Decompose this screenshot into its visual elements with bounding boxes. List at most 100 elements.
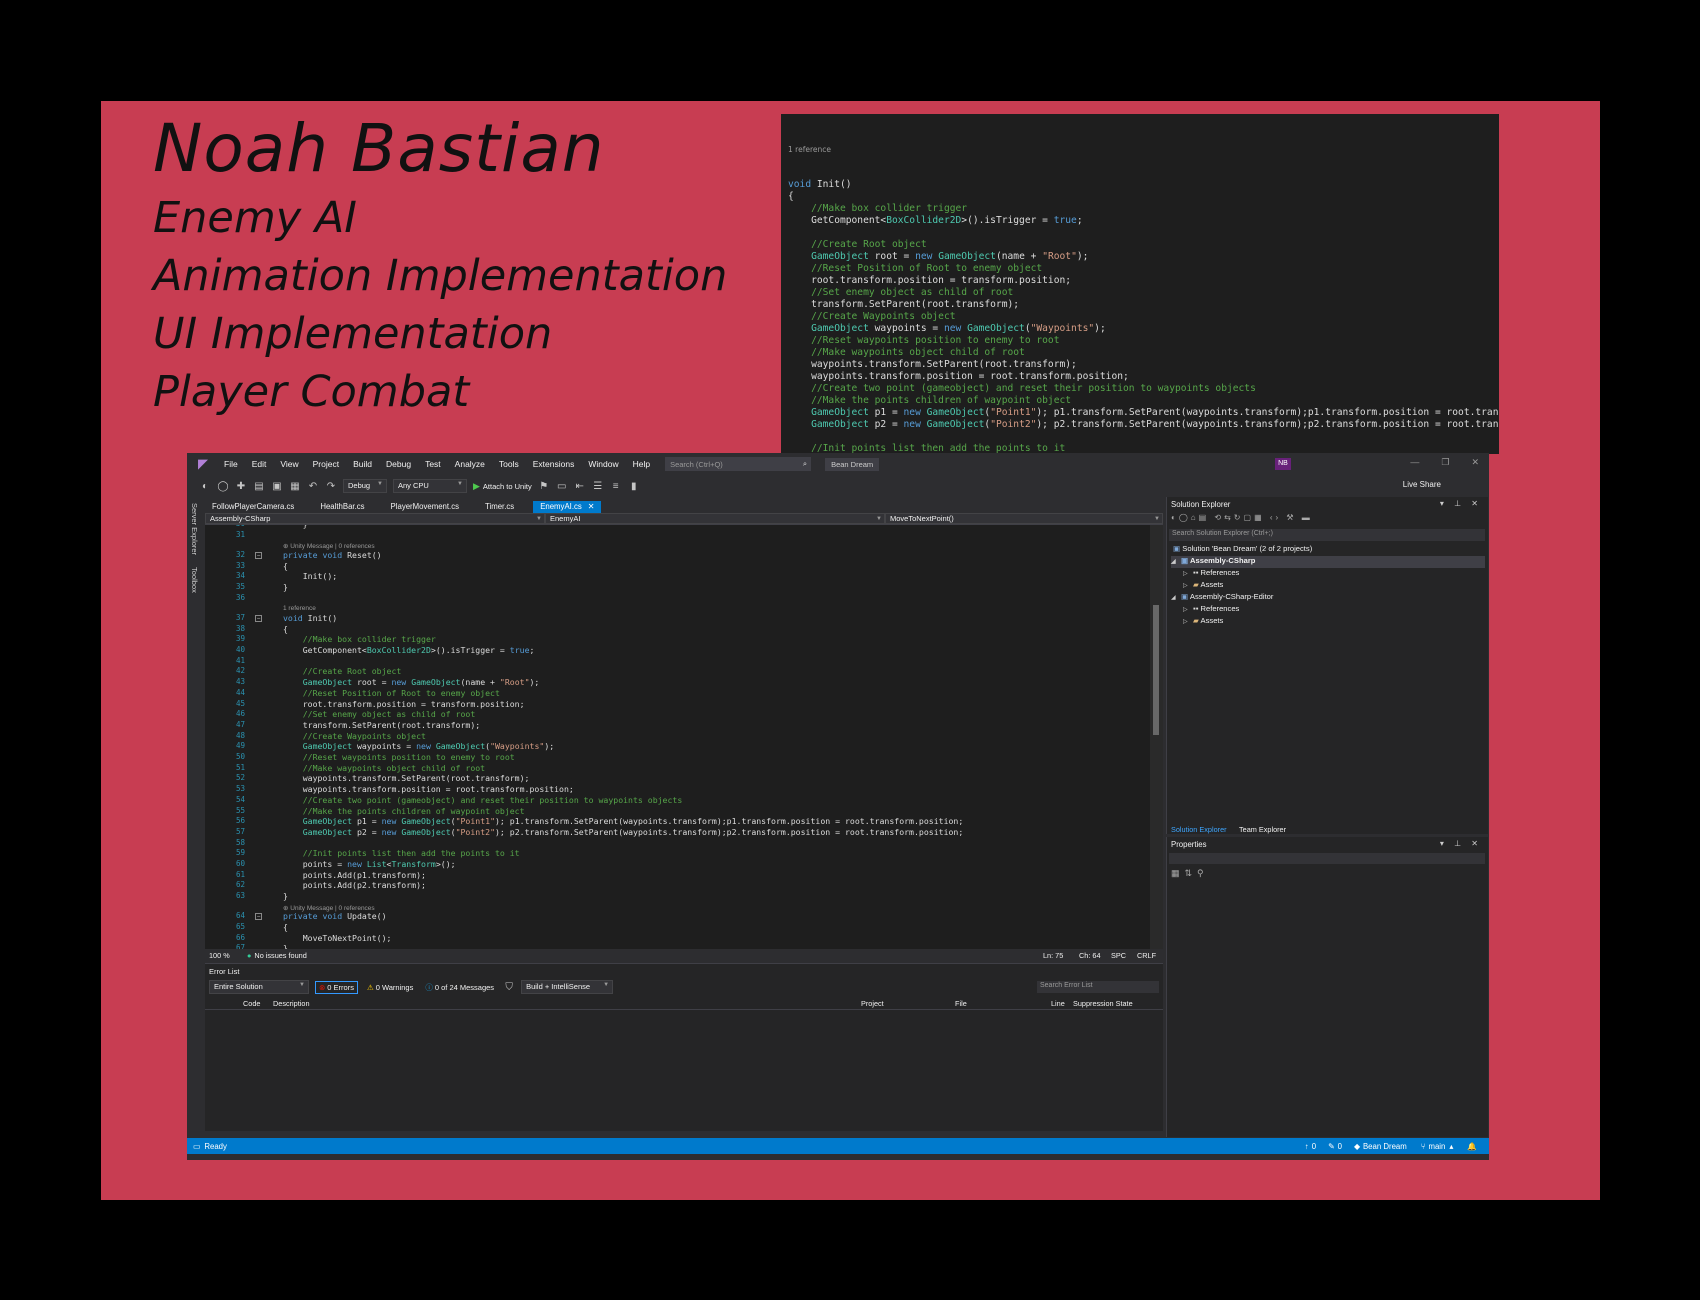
- menu-test[interactable]: Test: [418, 459, 448, 469]
- collapse-icon[interactable]: −: [255, 913, 262, 921]
- live-share-button[interactable]: Live Share: [1403, 480, 1441, 489]
- bookmark-icon[interactable]: ▮: [628, 481, 640, 492]
- platform-select[interactable]: Any CPU ▼: [393, 479, 467, 493]
- solution-node[interactable]: ▣ Solution 'Bean Dream' (2 of 2 projects…: [1173, 544, 1312, 556]
- search-input[interactable]: Search (Ctrl+Q) ⌕: [665, 457, 812, 471]
- menu-debug[interactable]: Debug: [379, 459, 418, 469]
- collapse-icon[interactable]: −: [255, 614, 262, 622]
- redo-icon[interactable]: ↷: [325, 481, 337, 492]
- save-icon[interactable]: ▣: [271, 481, 283, 492]
- references-node[interactable]: ▷ ▪▪ References: [1183, 568, 1239, 580]
- project-dropdown[interactable]: Assembly-CSharp ▼: [205, 513, 545, 524]
- menu-build[interactable]: Build: [346, 459, 379, 469]
- back-icon[interactable]: ◐: [199, 481, 211, 492]
- notifications-icon[interactable]: 🔔: [1467, 1142, 1477, 1151]
- zoom-level[interactable]: 100 %: [209, 951, 247, 960]
- tab-timer[interactable]: Timer.cs: [478, 501, 521, 513]
- minimize-icon[interactable]: —: [1410, 457, 1419, 468]
- pane-controls[interactable]: ▾ ⊥ ✕: [1440, 499, 1482, 508]
- comment-icon[interactable]: ≡: [610, 481, 622, 492]
- unpushed-count[interactable]: 0: [1312, 1142, 1316, 1151]
- menu-tools[interactable]: Tools: [492, 459, 526, 469]
- tab-followplayercamera[interactable]: FollowPlayerCamera.cs: [205, 501, 301, 513]
- tab-solution-explorer[interactable]: Solution Explorer: [1171, 825, 1227, 834]
- close-tab-icon[interactable]: ✕: [588, 502, 595, 511]
- error-list-search-input[interactable]: Search Error List: [1037, 981, 1159, 993]
- browser-icon[interactable]: ▭: [556, 481, 568, 492]
- scrollbar-thumb[interactable]: [1153, 605, 1159, 735]
- properties-toolbar[interactable]: ▦⇅⚲: [1171, 868, 1209, 879]
- errors-filter-button[interactable]: ⊗ 0 Errors: [315, 980, 358, 994]
- forward-icon[interactable]: ◯: [217, 481, 229, 492]
- new-item-icon[interactable]: ✚: [235, 481, 247, 492]
- code-token: Init(): [302, 612, 338, 623]
- code-editor[interactable]: 30 }31⊕ Unity Message | 0 references32pr…: [205, 525, 1150, 949]
- step-icon[interactable]: ⇤: [574, 481, 586, 492]
- editor-vertical-scrollbar[interactable]: [1150, 525, 1163, 949]
- undo-icon[interactable]: ↶: [307, 481, 319, 492]
- column-line[interactable]: Line: [1051, 999, 1065, 1008]
- menu-view[interactable]: View: [273, 459, 305, 469]
- csharp-project-icon: ▣: [1181, 556, 1191, 565]
- indent-icon[interactable]: ☰: [592, 481, 604, 492]
- assets-node[interactable]: ▷ ▰ Assets: [1183, 616, 1223, 628]
- menu-extensions[interactable]: Extensions: [526, 459, 582, 469]
- restore-icon[interactable]: ❐: [1441, 457, 1449, 468]
- messages-filter-button[interactable]: ⓘ 0 of 24 Messages: [422, 981, 497, 994]
- pane-controls[interactable]: ▾ ⊥ ✕: [1440, 839, 1482, 848]
- code-token: MoveToNextPoint();: [283, 932, 392, 943]
- changes-count[interactable]: 0: [1338, 1142, 1342, 1151]
- tab-healthbar[interactable]: HealthBar.cs: [313, 501, 371, 513]
- unity-icon[interactable]: ⚑: [538, 481, 550, 492]
- warnings-filter-button[interactable]: ⚠ 0 Warnings: [364, 982, 416, 993]
- menu-edit[interactable]: Edit: [245, 459, 274, 469]
- solution-search-input[interactable]: Search Solution Explorer (Ctrl+;): [1169, 529, 1485, 541]
- column-file[interactable]: File: [955, 999, 967, 1008]
- save-all-icon[interactable]: ▦: [289, 481, 301, 492]
- whitespace-mode[interactable]: SPC: [1111, 951, 1137, 960]
- tab-enemyai-label: EnemyAI.cs: [540, 502, 582, 511]
- code-lens[interactable]: 1 reference: [283, 605, 316, 612]
- close-icon[interactable]: ✕: [1471, 457, 1479, 468]
- code-line: //Make box collider trigger: [788, 203, 1499, 215]
- menu-help[interactable]: Help: [626, 459, 657, 469]
- column-code[interactable]: Code: [243, 999, 260, 1008]
- menu-file[interactable]: File: [217, 459, 245, 469]
- column-description[interactable]: Description: [273, 999, 310, 1008]
- column-project[interactable]: Project: [861, 999, 884, 1008]
- member-dropdown[interactable]: MoveToNextPoint() ▼: [885, 513, 1163, 524]
- issues-status[interactable]: No issues found: [254, 951, 306, 960]
- user-avatar[interactable]: NB: [1275, 458, 1291, 470]
- tab-playermovement[interactable]: PlayerMovement.cs: [384, 501, 466, 513]
- server-explorer-tab[interactable]: Server Explorer: [190, 503, 199, 555]
- code-token: //Init points list then add the points t…: [283, 848, 520, 859]
- toolbox-tab[interactable]: Toolbox: [190, 567, 199, 593]
- code-token: GameObject: [283, 741, 353, 752]
- menu-project[interactable]: Project: [306, 459, 346, 469]
- filter-icon[interactable]: ⛉: [503, 982, 515, 993]
- assets-node[interactable]: ▷ ▰ Assets: [1183, 580, 1223, 592]
- build-source-dropdown[interactable]: Build + IntelliSense ▼: [521, 980, 614, 994]
- configuration-select[interactable]: Debug ▼: [343, 479, 387, 493]
- attach-to-unity-button[interactable]: ▶ Attach to Unity: [473, 481, 532, 492]
- solution-explorer-toolbar[interactable]: ◐◯⌂▤ ⟲⇆↻▢▦ ‹› ⚒ ▬: [1171, 513, 1485, 527]
- class-dropdown[interactable]: EnemyAI ▼: [545, 513, 885, 524]
- tab-enemyai[interactable]: EnemyAI.cs ✕: [533, 501, 602, 513]
- project-node-assembly-csharp[interactable]: ◢ ▣ Assembly-CSharp: [1171, 556, 1485, 568]
- code-line: //Init points list then add the points t…: [283, 848, 520, 858]
- scope-dropdown[interactable]: Entire Solution ▼: [209, 980, 309, 994]
- collapse-icon[interactable]: −: [255, 551, 262, 559]
- column-suppression-state[interactable]: Suppression State: [1073, 999, 1133, 1008]
- tab-team-explorer[interactable]: Team Explorer: [1239, 825, 1286, 834]
- references-node[interactable]: ▷ ▪▪ References: [1183, 604, 1239, 616]
- repository-name[interactable]: Bean Dream: [1363, 1142, 1407, 1151]
- object-selector[interactable]: [1169, 853, 1485, 864]
- project-node-assembly-csharp-editor[interactable]: ◢ ▣ Assembly-CSharp-Editor: [1171, 592, 1273, 604]
- branch-name[interactable]: main: [1428, 1142, 1445, 1151]
- open-icon[interactable]: ▤: [253, 481, 265, 492]
- line-ending[interactable]: CRLF: [1137, 951, 1163, 960]
- repo-icon: ◆: [1353, 1141, 1360, 1151]
- menu-analyze[interactable]: Analyze: [448, 459, 492, 469]
- menu-window[interactable]: Window: [581, 459, 625, 469]
- code-token: //Create Root object: [788, 239, 927, 250]
